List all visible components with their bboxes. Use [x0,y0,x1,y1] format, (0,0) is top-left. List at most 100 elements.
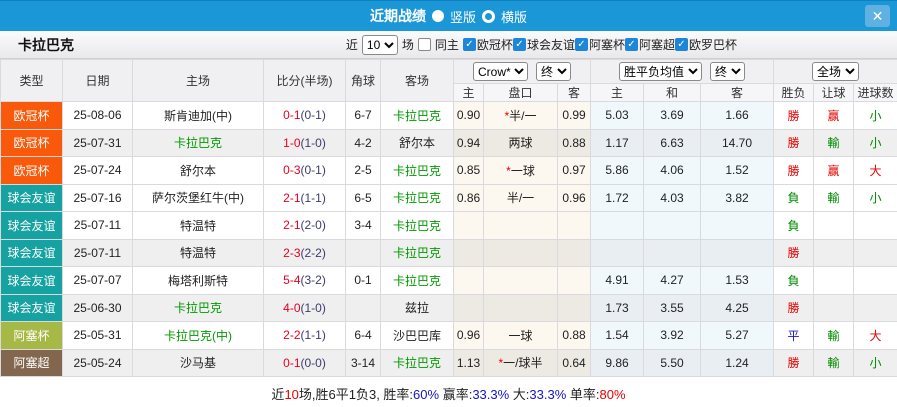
vertical-layout-label[interactable]: 竖版 [450,7,476,26]
close-button[interactable]: ✕ [865,5,890,27]
league-filter-checkbox[interactable]: ✓ [575,38,588,51]
avg-win-cell: 5.86 [591,157,644,185]
league-filter-label[interactable]: 阿塞杯 [589,36,625,53]
league-filter-checkbox[interactable]: ✓ [463,38,476,51]
avg-lose-cell [701,239,774,267]
avg-lose-cell: 5.27 [701,322,774,350]
avg-draw-cell: 3.92 [644,322,701,350]
handicap-cell [484,239,558,267]
halftime-score: (3-2) [301,273,326,287]
odds-away-cell [558,239,591,267]
league-filter-label[interactable]: 阿塞超 [639,36,675,53]
avg-lose-cell: 14.70 [701,129,774,157]
match-row: 球会友谊25-06-30卡拉巴克4-0(1-0)兹拉1.733.554.25勝 [1,294,897,322]
odds-source-select[interactable]: Crow* [473,62,528,81]
avg-draw-cell: 4.03 [644,184,701,212]
avg-draw-cell [644,212,701,240]
summary-segment: 33.3% [472,387,509,402]
avg-type-select[interactable]: 胜平负均值 [619,62,702,81]
horizontal-layout-radio[interactable] [482,10,495,23]
scope-group-header: 全场 [774,60,897,84]
handicap-result-cell: 輸 [814,349,854,377]
handicap-result-cell: 赢 [814,102,854,130]
handicap-cell [484,294,558,322]
league-filter-checkbox[interactable]: ✓ [625,38,638,51]
goals-result-cell [854,212,897,240]
odds-away-cell [558,294,591,322]
avg-lose-cell: 1.24 [701,349,774,377]
sub-header-handicap-result: 让球 [814,84,854,102]
close-icon: ✕ [872,8,884,25]
league-filter-checkbox[interactable]: ✓ [513,38,526,51]
result-cell: 平 [774,322,814,350]
league-cell: 阿塞杯 [1,322,63,350]
summary-segment: 近 [271,387,284,402]
avg-lose-cell: 1.53 [701,267,774,295]
goals-result-cell: 小 [854,184,897,212]
handicap-cell: 半/一 [484,184,558,212]
home-team-cell: 斯肯迪加(中) [133,102,264,130]
odds-away-cell: 0.88 [558,129,591,157]
recent-count-select[interactable]: 10 [362,35,398,55]
away-team-cell: 卡拉巴克 [381,184,454,212]
league-filter-label[interactable]: 欧冠杯 [477,36,513,53]
col-header-corner: 角球 [346,60,381,102]
summary-segment: 场,胜6平1负3, 胜率: [299,387,413,402]
horizontal-layout-label[interactable]: 横版 [501,7,527,26]
recent-label: 近 [346,36,358,53]
halftime-score: (1-0) [301,301,326,315]
date-cell: 25-08-06 [63,102,133,130]
handicap-cell: *一/球半 [484,349,558,377]
match-row: 球会友谊25-07-07梅塔利斯特5-4(3-2)0-1卡拉巴克4.914.27… [1,267,897,295]
handicap-cell: 一球 [484,322,558,350]
odds-time-select[interactable]: 终 [536,62,571,81]
away-team-cell: 卡拉巴克 [381,349,454,377]
summary-segment: 10 [284,387,298,402]
odds-group-header: Crow* 终 [454,60,591,84]
league-cell: 欧冠杯 [1,157,63,185]
goals-result-cell: 大 [854,322,897,350]
panel-title: 近期战绩 [370,6,426,26]
sub-header-handicap: 盘口 [484,84,558,102]
date-cell: 25-05-24 [63,349,133,377]
home-team-cell: 特温特 [133,212,264,240]
games-label: 场 [402,36,414,53]
sub-header-avg-lose: 客 [701,84,774,102]
result-cell: 勝 [774,102,814,130]
away-team-cell: 卡拉巴克 [381,212,454,240]
summary-segment: 赢率: [439,387,472,402]
handicap-result-cell: 輸 [814,129,854,157]
avg-time-select[interactable]: 终 [710,62,745,81]
halftime-score: (0-1) [301,108,326,122]
scope-select[interactable]: 全场 [812,62,859,81]
fulltime-score: 1-0 [283,136,300,150]
score-cell: 2-2(1-1) [264,322,346,350]
corner-cell: 6-5 [346,184,381,212]
fulltime-score: 2-1 [283,218,300,232]
same-home-checkbox[interactable] [418,38,431,51]
home-team-cell: 卡拉巴克(中) [133,322,264,350]
summary-line: 近10场,胜6平1负3, 胜率:60% 赢率:33.3% 大:33.3% 单率:… [0,377,897,407]
match-row: 欧冠杯25-07-24舒尔本0-3(0-1)2-5卡拉巴克0.85*一球0.97… [1,157,897,185]
away-team-cell: 卡拉巴克 [381,267,454,295]
result-cell: 負 [774,184,814,212]
vertical-layout-radio[interactable] [432,10,444,22]
control-bar: 卡拉巴克 近 10 场 同主 ✓欧冠杯✓球会友谊✓阿塞杯✓阿塞超✓欧罗巴杯 [0,31,897,59]
col-header-away: 客场 [381,60,454,102]
handicap-cell [484,212,558,240]
home-team-cell: 舒尔本 [133,157,264,185]
league-filter-label[interactable]: 欧罗巴杯 [689,36,737,53]
avg-draw-cell: 3.55 [644,294,701,322]
avg-lose-cell: 1.66 [701,102,774,130]
odds-away-cell: 0.99 [558,102,591,130]
away-team-cell: 沙巴巴库 [381,322,454,350]
handicap-result-cell [814,212,854,240]
halftime-score: (1-1) [301,328,326,342]
home-team-cell: 卡拉巴克 [133,294,264,322]
league-filter-label[interactable]: 球会友谊 [527,36,575,53]
goals-result-cell: 小 [854,349,897,377]
odds-away-cell: 0.64 [558,349,591,377]
league-filter-checkbox[interactable]: ✓ [675,38,688,51]
match-row: 阿塞超25-05-24沙马基0-1(0-0)3-14卡拉巴克1.13*一/球半0… [1,349,897,377]
same-home-label[interactable]: 同主 [435,36,459,53]
